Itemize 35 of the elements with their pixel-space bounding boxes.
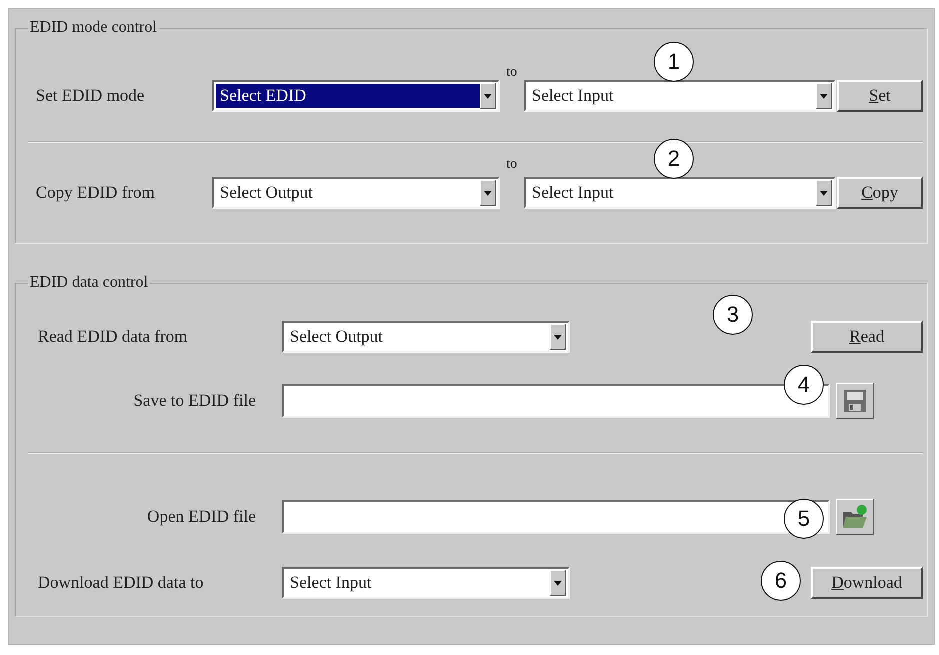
open-folder-icon (842, 504, 868, 530)
dropdown-arrow-icon (554, 334, 562, 340)
dropdown[interactable]: Select Input (524, 80, 836, 112)
action-button[interactable]: Read (811, 321, 923, 353)
dropdown-arrow-icon (484, 94, 492, 98)
group-title: EDID mode control (29, 19, 158, 37)
dropdown[interactable]: Select EDID (212, 80, 500, 112)
file-path-field[interactable] (282, 500, 830, 534)
to-label: to (506, 157, 518, 173)
callout-number: 6 (761, 561, 801, 601)
field-label: Set EDID mode (36, 86, 146, 106)
dropdown-arrow-icon (554, 580, 562, 586)
field-label: Read EDID data from (38, 327, 189, 347)
file-button[interactable] (836, 383, 874, 419)
field-label: Save to EDID file (132, 391, 257, 411)
dropdown-arrow-icon (820, 94, 828, 98)
field-label: Open EDID file (146, 507, 257, 527)
dropdown-arrow-icon (484, 190, 492, 196)
dropdown[interactable]: Select Input (524, 177, 836, 209)
file-button[interactable] (836, 499, 874, 535)
dropdown[interactable]: Select Output (212, 177, 500, 209)
callout-number: 4 (784, 365, 824, 405)
group-title: EDID data control (29, 274, 150, 292)
dropdown[interactable]: Select Output (282, 321, 570, 353)
field-label: Download EDID data to (38, 573, 205, 593)
to-label: to (506, 65, 518, 81)
callout-number: 3 (713, 295, 753, 335)
action-button[interactable]: Copy (837, 177, 923, 209)
dropdown-arrow-icon (820, 190, 828, 196)
field-label: Copy EDID from (36, 183, 156, 203)
dropdown[interactable]: Select Input (282, 567, 570, 599)
action-button[interactable]: Set (837, 80, 923, 112)
action-button[interactable]: Download (811, 567, 923, 599)
callout-number: 1 (654, 42, 694, 82)
callout-number: 2 (654, 139, 694, 179)
